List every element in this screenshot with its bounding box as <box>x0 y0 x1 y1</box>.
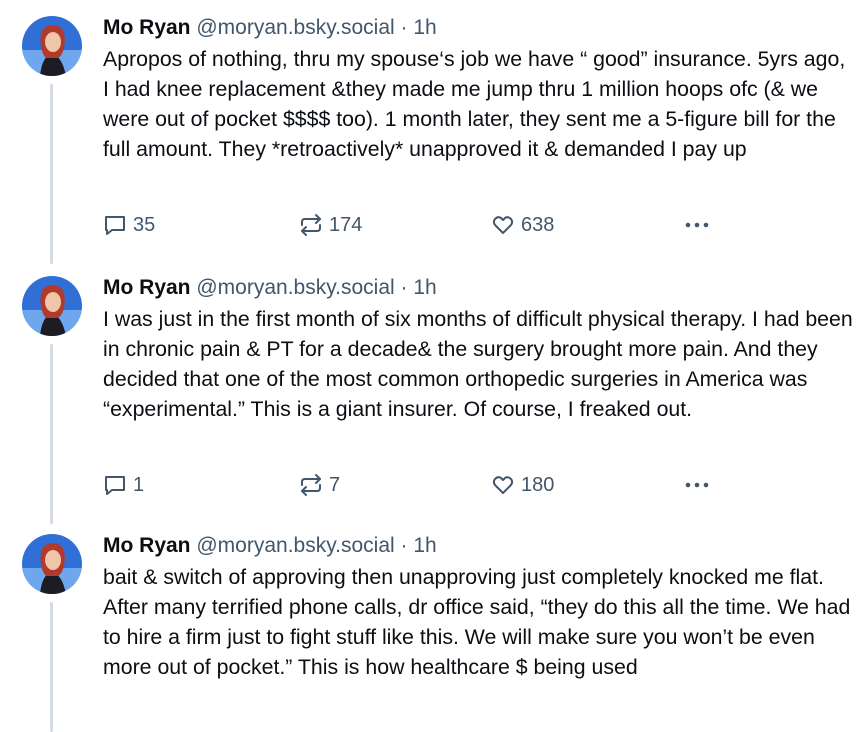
author-handle[interactable]: @moryan.bsky.social <box>196 16 394 39</box>
reply-button[interactable]: 35 <box>103 211 155 239</box>
reply-button[interactable]: 1 <box>103 471 144 499</box>
repost-button[interactable]: 7 <box>299 471 340 499</box>
separator: · <box>400 276 408 299</box>
post-text: Apropos of nothing, thru my spouse‘s job… <box>103 47 846 161</box>
more-options-button[interactable] <box>683 471 711 499</box>
ellipsis-icon <box>683 473 711 497</box>
post-header: Mo Ryan @moryan.bsky.social · 1h <box>103 532 437 560</box>
post-time[interactable]: 1h <box>413 534 436 557</box>
thread-line <box>50 602 53 732</box>
post-header: Mo Ryan @moryan.bsky.social · 1h <box>103 14 437 42</box>
post-time[interactable]: 1h <box>413 276 436 299</box>
post-header: Mo Ryan @moryan.bsky.social · 1h <box>103 274 437 302</box>
avatar[interactable] <box>22 276 82 336</box>
repost-count: 174 <box>329 213 363 236</box>
post[interactable]: Mo Ryan @moryan.bsky.social · 1h Apropos… <box>0 14 865 264</box>
post[interactable]: Mo Ryan @moryan.bsky.social · 1h I was j… <box>0 274 865 524</box>
repost-count: 7 <box>329 473 341 496</box>
thread-line <box>50 84 53 264</box>
separator: · <box>400 16 408 39</box>
author-handle[interactable]: @moryan.bsky.social <box>196 534 394 557</box>
speech-bubble-icon <box>103 213 127 237</box>
more-options-button[interactable] <box>683 211 711 239</box>
post-actions: 1 7 180 <box>103 471 723 499</box>
post-text: bait & switch of approving then unapprov… <box>103 565 851 679</box>
heart-outline-icon <box>491 213 515 237</box>
reply-count: 1 <box>133 473 145 496</box>
post-text: I was just in the first month of six mon… <box>103 307 853 421</box>
thread-line <box>50 344 53 524</box>
post-thread: Mo Ryan @moryan.bsky.social · 1h Apropos… <box>0 0 865 732</box>
repost-arrows-icon <box>299 473 323 497</box>
author-name[interactable]: Mo Ryan <box>103 276 191 299</box>
post-time[interactable]: 1h <box>413 16 436 39</box>
like-button[interactable]: 180 <box>491 471 554 499</box>
speech-bubble-icon <box>103 473 127 497</box>
separator: · <box>400 534 408 557</box>
repost-button[interactable]: 174 <box>299 211 362 239</box>
heart-outline-icon <box>491 473 515 497</box>
author-handle[interactable]: @moryan.bsky.social <box>196 276 394 299</box>
repost-arrows-icon <box>299 213 323 237</box>
like-count: 180 <box>521 473 555 496</box>
reply-count: 35 <box>133 213 156 236</box>
ellipsis-icon <box>683 213 711 237</box>
like-button[interactable]: 638 <box>491 211 554 239</box>
post[interactable]: Mo Ryan @moryan.bsky.social · 1h bait & … <box>0 532 865 732</box>
author-name[interactable]: Mo Ryan <box>103 16 191 39</box>
avatar[interactable] <box>22 16 82 76</box>
post-actions: 35 174 638 <box>103 211 723 239</box>
avatar[interactable] <box>22 534 82 594</box>
like-count: 638 <box>521 213 555 236</box>
author-name[interactable]: Mo Ryan <box>103 534 191 557</box>
